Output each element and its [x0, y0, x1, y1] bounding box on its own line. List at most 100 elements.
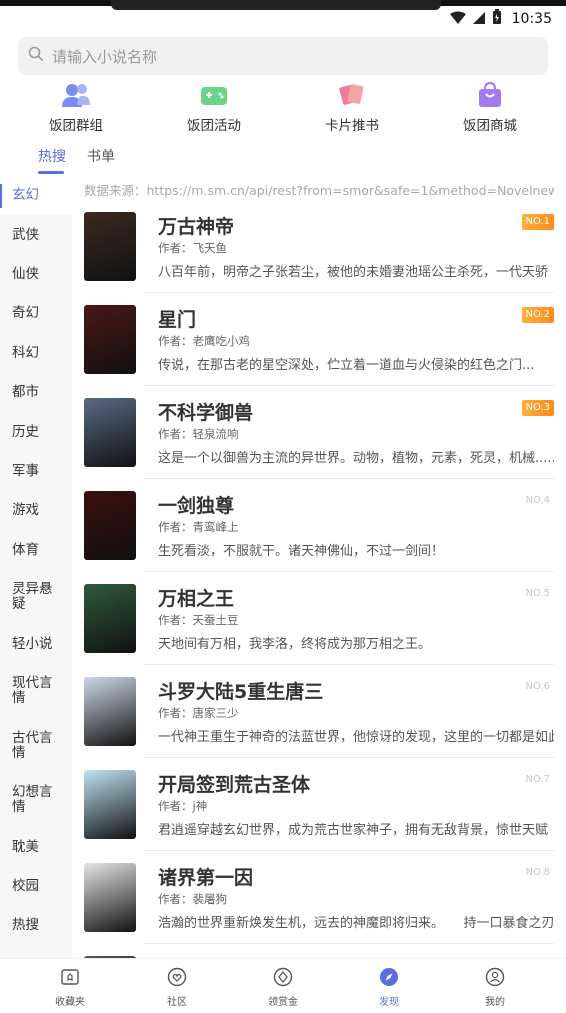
entry-card-recommend[interactable]: 卡片推书 — [302, 80, 402, 134]
rank-badge: NO.3 — [521, 400, 554, 416]
book-title: 斗罗大陆5重生唐三 — [158, 681, 324, 703]
sidebar-item-junshi[interactable]: 军事 — [12, 464, 62, 479]
sidebar-item-xiaoyuan[interactable]: 校园 — [12, 879, 62, 894]
sidebar-item-xiandaiyanqing[interactable]: 现代言情 — [12, 676, 62, 706]
sidebar-item-wuxia[interactable]: 武侠 — [12, 228, 62, 243]
book-description: 天地间有万相，我李洛，终将成为那万相之王。 — [158, 637, 432, 652]
sidebar-item-kehuan[interactable]: 科幻 — [12, 346, 62, 361]
book-item[interactable]: 万相之王 作者：天蚕土豆 天地间有万相，我李洛，终将成为那万相之王。 NO.5 — [72, 572, 566, 665]
quick-entries: 饭团群组 饭团活动 卡片推书 饭团商城 — [0, 80, 566, 136]
sidebar-active-bar — [0, 184, 2, 208]
sidebar-item-danmei[interactable]: 耽美 — [12, 840, 62, 855]
sidebar-item-xianxia[interactable]: 仙侠 — [12, 267, 62, 282]
nav-reward[interactable]: 领赏金 — [243, 967, 323, 1008]
book-cover — [84, 863, 136, 932]
nav-label: 社区 — [167, 997, 187, 1008]
book-cover — [84, 212, 136, 281]
book-description: 这是一个以御兽为主流的异世界。动物，植物，元素，死灵，机械...... — [158, 451, 554, 466]
nav-profile[interactable]: 我的 — [455, 967, 535, 1008]
tab-bar: 热搜 书单 — [0, 140, 566, 176]
nav-discover[interactable]: 发现 — [349, 967, 429, 1008]
status-bar: 10:35 — [0, 0, 566, 30]
book-cover — [84, 491, 136, 560]
rank-badge: NO.1 — [521, 214, 554, 230]
bottom-navigation: 收藏夹 社区 领赏金 发现 我的 — [0, 958, 566, 1013]
book-item[interactable]: 万古神帝 作者：飞天鱼 八百年前，明帝之子张若尘，被他的未婚妻池瑶公主杀死，一代… — [72, 200, 566, 293]
tab-hot-search[interactable]: 热搜 — [38, 146, 66, 166]
book-cover — [84, 770, 136, 839]
entry-label: 饭团活动 — [187, 118, 241, 134]
book-title: 不科学御兽 — [158, 402, 254, 424]
rank-badge: NO.7 — [525, 774, 551, 785]
book-item[interactable]: 斗罗大陆5重生唐三 作者：唐家三少 一代神王重生于神奇的法蓝世界，他惊讶的发现，… — [72, 665, 566, 758]
sidebar-item-qingxiaoshuo[interactable]: 轻小说 — [12, 637, 62, 652]
entry-label: 卡片推书 — [325, 118, 379, 134]
data-source-line: 数据来源：https://m.sm.cn/api/rest?from=smor&… — [84, 183, 554, 198]
sidebar-item-tiyu[interactable]: 体育 — [12, 543, 62, 558]
cards-icon — [337, 80, 367, 110]
book-description: 浩瀚的世界重新焕发生机，远去的神魔即将归来。 持一口暴食之刃 — [158, 916, 554, 931]
book-item[interactable]: 诸界第一因 作者：裴屠狗 浩瀚的世界重新焕发生机，远去的神魔即将归来。 持一口暴… — [72, 851, 566, 944]
nav-label: 领赏金 — [268, 997, 298, 1008]
book-item[interactable]: 开局签到荒古圣体 作者：j神 君逍遥穿越玄幻世界，成为荒古世家神子，拥有无敌背景… — [72, 758, 566, 851]
sidebar-item-lishi[interactable]: 历史 — [12, 425, 62, 440]
search-placeholder: 请输入小说名称 — [52, 47, 158, 66]
rank-badge: NO.5 — [525, 588, 551, 599]
book-author: 作者：飞天鱼 — [158, 241, 227, 255]
book-item[interactable]: 星门 作者：老鹰吃小鸡 传说，在那古老的星空深处，伫立着一道血与火侵染的红色之门… — [72, 293, 566, 386]
entry-fantuan-activity[interactable]: 饭团活动 — [164, 80, 264, 134]
group-icon — [61, 80, 91, 110]
entry-fantuan-group[interactable]: 饭团群组 — [26, 80, 126, 134]
book-title: 万相之王 — [158, 588, 235, 610]
book-author: 作者：唐家三少 — [158, 706, 239, 720]
book-item[interactable]: 不科学御兽 作者：轻泉流响 这是一个以御兽为主流的异世界。动物，植物，元素，死灵… — [72, 386, 566, 479]
book-author: 作者：天蚕土豆 — [158, 613, 239, 627]
nav-community[interactable]: 社区 — [137, 967, 217, 1008]
heart-icon — [167, 967, 187, 991]
search-icon — [28, 46, 44, 66]
sidebar-item-xuanhuan[interactable]: 玄幻 — [12, 188, 62, 203]
entry-label: 饭团商城 — [463, 118, 517, 134]
book-title: 星门 — [158, 309, 197, 331]
book-title: 一剑独尊 — [158, 495, 235, 517]
book-cover — [84, 677, 136, 746]
status-time: 10:35 — [511, 11, 552, 27]
book-item[interactable]: 一剑独尊 作者：青鸾峰上 生死看淡，不服就干。诸天神佛仙，不过一剑间！ NO.4 — [72, 479, 566, 572]
rank-badge: NO.4 — [525, 495, 551, 506]
book-author: 作者：裴屠狗 — [158, 892, 227, 906]
sidebar-item-huanxiangyanqing[interactable]: 幻想言情 — [12, 785, 62, 815]
book-description: 一代神王重生于神奇的法蓝世界，他惊讶的发现，这里的一切都是如此 — [158, 730, 554, 745]
book-author: 作者：j神 — [158, 799, 208, 813]
book-list: 万古神帝 作者：飞天鱼 八百年前，明帝之子张若尘，被他的未婚妻池瑶公主杀死，一代… — [72, 200, 566, 958]
book-title: 开局签到荒古圣体 — [158, 774, 311, 796]
wifi-icon — [449, 10, 466, 29]
book-item[interactable] — [72, 944, 566, 958]
signal-icon — [472, 10, 486, 29]
book-title: 诸界第一因 — [158, 867, 254, 889]
sidebar-item-resou[interactable]: 热搜 — [12, 918, 62, 933]
sidebar-item-dushi[interactable]: 都市 — [12, 385, 62, 400]
nav-label: 发现 — [379, 997, 399, 1008]
nav-favorites[interactable]: 收藏夹 — [30, 967, 110, 1008]
book-author: 作者：青鸾峰上 — [158, 520, 239, 534]
bookmark-folder-icon — [60, 967, 80, 991]
book-description: 生死看淡，不服就干。诸天神佛仙，不过一剑间！ — [158, 544, 445, 559]
sidebar-item-lingyi[interactable]: 灵异悬疑 — [12, 582, 62, 612]
rank-badge: NO.6 — [525, 681, 551, 692]
entry-label: 饭团群组 — [49, 118, 103, 134]
sidebar-item-gudaiyanqing[interactable]: 古代言情 — [12, 731, 62, 761]
book-cover — [84, 398, 136, 467]
sidebar-item-qihuan[interactable]: 奇幻 — [12, 306, 62, 321]
sidebar-item-youxi[interactable]: 游戏 — [12, 503, 62, 518]
search-input[interactable]: 请输入小说名称 — [18, 37, 548, 75]
nav-label: 收藏夹 — [55, 997, 85, 1008]
battery-icon — [492, 9, 502, 29]
compass-icon — [379, 967, 399, 991]
tab-book-list[interactable]: 书单 — [87, 146, 115, 166]
status-icons: 10:35 — [449, 9, 552, 29]
book-cover — [84, 584, 136, 653]
book-author: 作者：老鹰吃小鸡 — [158, 334, 250, 348]
book-cover — [84, 305, 136, 374]
entry-fantuan-mall[interactable]: 饭团商城 — [440, 80, 540, 134]
shopping-bag-icon — [475, 80, 505, 110]
